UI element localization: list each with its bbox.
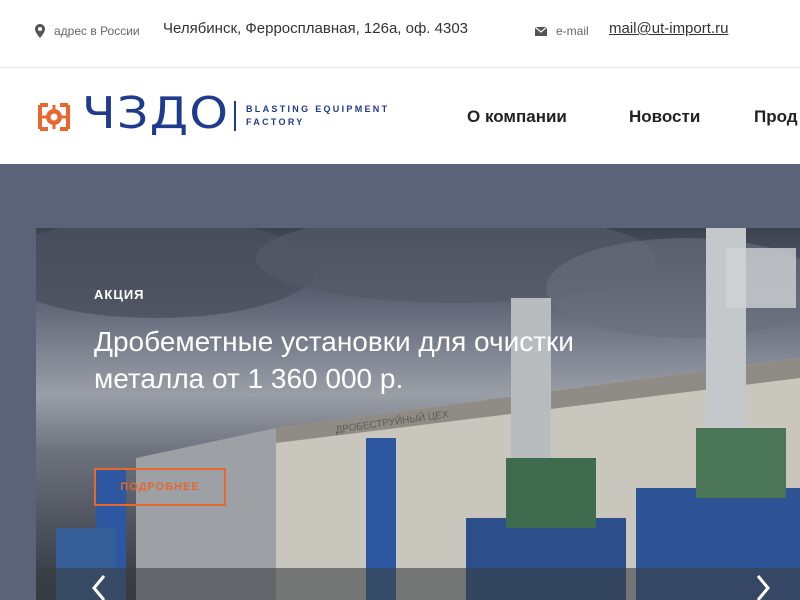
- email-link[interactable]: mail@ut-import.ru: [609, 20, 728, 37]
- logo-tagline-line2: FACTORY: [246, 117, 305, 127]
- logo-gear-icon[interactable]: [34, 97, 74, 137]
- nav-item-news[interactable]: Новости: [629, 107, 700, 127]
- email-label: e-mail: [556, 24, 589, 38]
- chevron-right-icon[interactable]: [750, 572, 774, 600]
- hero-title: Дробеметные установки для очистки металл…: [94, 326, 574, 394]
- map-pin-icon: [35, 24, 45, 38]
- hero-label: АКЦИЯ: [94, 287, 145, 302]
- more-details-button[interactable]: ПОДРОБНЕЕ: [94, 468, 226, 506]
- address-text: Челябинск, Ферросплавная, 126а, оф. 4303: [163, 20, 469, 37]
- chevron-left-icon[interactable]: [88, 572, 112, 600]
- nav-item-products[interactable]: Прод: [754, 107, 798, 127]
- envelope-icon: [535, 27, 547, 36]
- hero-slide-image: ДРОБЕСТРУЙНЫЙ ЦЕХ: [36, 228, 800, 600]
- contact-bar: адрес в России Челябинск, Ферросплавная,…: [0, 0, 800, 66]
- nav-item-about[interactable]: О компании: [467, 107, 567, 127]
- logo-tagline-line1: BLASTING EQUIPMENT: [246, 104, 390, 114]
- logo-wordmark[interactable]: ЧЗДО: [82, 89, 229, 139]
- region-label: адрес в России: [54, 24, 140, 38]
- logo-divider: [234, 101, 236, 131]
